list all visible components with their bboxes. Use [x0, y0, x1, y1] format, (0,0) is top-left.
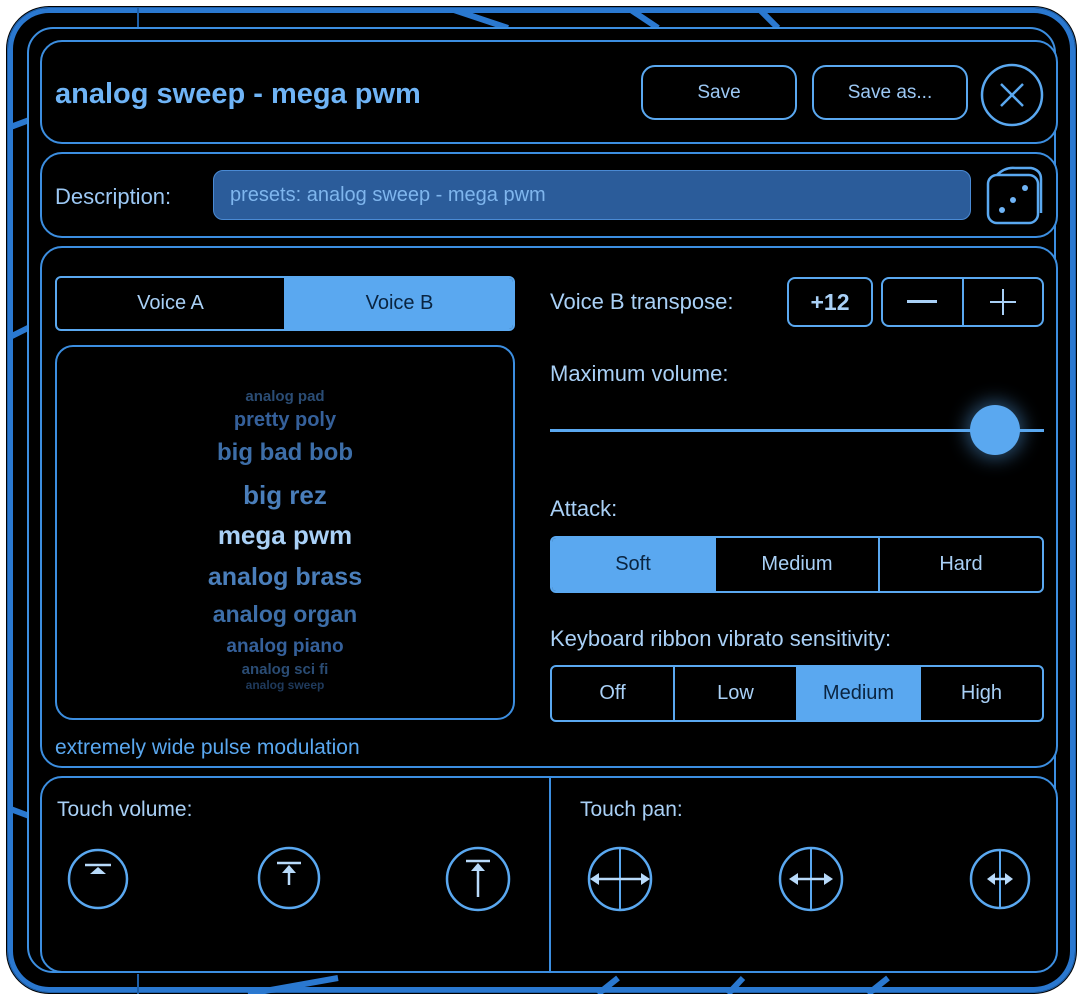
minus-icon[interactable] — [883, 279, 962, 325]
preset-title: analog sweep - mega pwm — [55, 78, 421, 110]
picker-item[interactable]: analog brass — [57, 563, 513, 592]
touch-pan-medium-icon[interactable] — [777, 845, 845, 913]
touch-volume-label: Touch volume: — [57, 798, 193, 821]
picker-item[interactable]: big rez — [57, 480, 513, 511]
touch-volume-medium-icon[interactable] — [256, 845, 322, 911]
voice-selector[interactable]: Voice A Voice B — [55, 276, 515, 331]
touch-divider — [549, 778, 551, 971]
picker-item[interactable]: analog piano — [57, 636, 513, 658]
save-as-button[interactable]: Save as... — [812, 65, 968, 120]
vibrato-option-high[interactable]: High — [919, 667, 1042, 720]
vibrato-option-medium[interactable]: Medium — [796, 667, 919, 720]
picker-item[interactable]: analog organ — [57, 601, 513, 628]
touch-volume-low-icon[interactable] — [66, 847, 130, 911]
picker-item[interactable]: analog sweep — [57, 678, 513, 692]
picker-item[interactable]: pretty poly — [57, 409, 513, 432]
attack-option-hard[interactable]: Hard — [878, 538, 1042, 591]
vibrato-option-low[interactable]: Low — [673, 667, 796, 720]
description-label: Description: — [55, 184, 172, 209]
attack-option-medium[interactable]: Medium — [714, 538, 878, 591]
plus-icon[interactable] — [961, 279, 1043, 325]
picker-item-selected[interactable]: mega pwm — [57, 520, 513, 551]
description-value: presets: analog sweep - mega pwm — [230, 184, 546, 206]
tab-voice-a[interactable]: Voice A — [57, 278, 284, 329]
attack-option-soft[interactable]: Soft — [552, 538, 714, 591]
save-label: Save — [697, 81, 741, 103]
max-volume-label: Maximum volume: — [550, 361, 729, 386]
attack-selector[interactable]: Soft Medium Hard — [550, 536, 1044, 593]
save-button[interactable]: Save — [641, 65, 797, 120]
preset-picker[interactable]: analog pad pretty poly big bad bob big r… — [55, 345, 515, 720]
vibrato-label: Keyboard ribbon vibrato sensitivity: — [550, 626, 892, 651]
touch-pan-wide-icon[interactable] — [586, 845, 654, 913]
save-as-label: Save as... — [847, 81, 933, 103]
close-icon[interactable] — [979, 62, 1045, 128]
touch-volume-high-icon[interactable] — [444, 845, 512, 913]
transpose-stepper[interactable] — [881, 277, 1044, 327]
dice-icon[interactable] — [985, 165, 1045, 227]
transpose-label: Voice B transpose: — [550, 289, 734, 314]
touch-pan-narrow-icon[interactable] — [968, 847, 1032, 911]
tab-voice-b[interactable]: Voice B — [284, 278, 513, 329]
picker-item[interactable]: analog sci fi — [57, 661, 513, 678]
picker-item[interactable]: big bad bob — [57, 439, 513, 467]
attack-label: Attack: — [550, 496, 618, 521]
touch-pan-label: Touch pan: — [580, 798, 683, 821]
vibrato-selector[interactable]: Off Low Medium High — [550, 665, 1044, 722]
transpose-value: +12 — [787, 277, 873, 327]
picker-item[interactable]: analog pad — [57, 388, 513, 405]
description-field[interactable]: presets: analog sweep - mega pwm — [213, 170, 971, 220]
max-volume-slider-thumb[interactable] — [969, 405, 1020, 455]
vibrato-option-off[interactable]: Off — [552, 667, 673, 720]
preset-description: extremely wide pulse modulation — [55, 736, 360, 759]
